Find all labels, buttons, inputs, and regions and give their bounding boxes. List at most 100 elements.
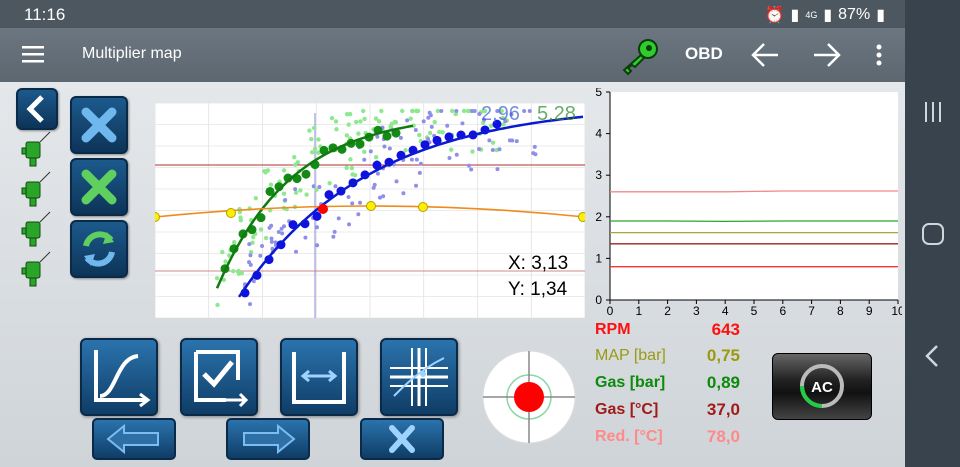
refresh-icon <box>83 231 115 267</box>
scatter-point-light-green <box>230 268 236 274</box>
live-chart: 0 1 2 3 4 5 6 7 8 9 10 0 1 2 3 4 5 <box>592 85 905 318</box>
curve-tool-button[interactable] <box>80 338 158 416</box>
range-tool-button[interactable] <box>280 338 358 416</box>
network-type: 4G <box>805 10 818 20</box>
app-bar: Multiplier map OBD <box>0 28 905 82</box>
crosshair-tool-button[interactable] <box>380 338 458 416</box>
scatter-point-light-blue <box>350 201 355 206</box>
x-tick-label: 7 <box>808 304 815 318</box>
scatter-point-light-green <box>311 125 317 131</box>
next-button[interactable] <box>226 418 310 460</box>
obd-label[interactable]: OBD <box>685 44 723 64</box>
back-button[interactable] <box>16 88 58 130</box>
scatter-point-light-blue <box>358 200 363 205</box>
scatter-point-light-green <box>262 169 267 174</box>
close-icon <box>81 107 117 143</box>
scatter-point-light-blue <box>375 134 380 139</box>
scatter-point-light-blue <box>532 144 537 149</box>
scatter-point-light-green <box>312 146 318 152</box>
scatter-point-light-green <box>344 112 350 117</box>
scatter-point-light-blue <box>477 147 482 152</box>
arrow-right-icon[interactable] <box>812 41 842 69</box>
scatter-point-light-green <box>235 269 241 275</box>
back-nav-icon[interactable] <box>917 340 949 372</box>
recent-apps-icon[interactable] <box>917 96 949 128</box>
scatter-point-light-green <box>356 131 361 136</box>
key-icon[interactable] <box>618 36 662 76</box>
value-b: 5,28 <box>537 103 576 125</box>
prev-button[interactable] <box>92 418 176 460</box>
clear-blue-button[interactable] <box>70 96 128 154</box>
cancel-button[interactable] <box>360 418 444 460</box>
status-bar: 11:16 ⏰ ▮ 4G ▮ 87% ▮ <box>0 0 905 28</box>
y-tick-label: 0 <box>595 293 602 307</box>
scatter-point-light-green <box>470 149 475 154</box>
scatter-point-light-green <box>361 108 366 114</box>
multiplier-map-chart[interactable]: 2,96 5,28 X: 3,13 Y: 1,34 <box>150 102 588 327</box>
scatter-point-light-blue <box>387 146 392 151</box>
refresh-button[interactable] <box>70 220 128 278</box>
reading-value-map: 0,75 <box>706 346 740 365</box>
signal-icon-2: ▮ <box>823 7 833 24</box>
grid-cross-icon <box>390 348 448 406</box>
live-chart-canvas: 0 1 2 3 4 5 6 7 8 9 10 0 1 2 3 4 5 <box>595 85 905 318</box>
y-tick-label: 3 <box>595 168 602 182</box>
scatter-point-light-blue <box>417 170 422 175</box>
scatter-point-light-green <box>334 127 339 132</box>
apply-tool-button[interactable] <box>180 338 258 416</box>
scatter-point-light-blue <box>497 147 502 152</box>
scatter-point-light-green <box>437 129 442 135</box>
scatter-point-light-blue <box>522 109 527 113</box>
scatter-point-light-green <box>354 119 359 125</box>
scatter-point-light-green <box>258 227 264 232</box>
scatter-point-light-green <box>490 140 496 145</box>
scatter-point-light-green <box>392 119 397 125</box>
close-icon-small <box>389 425 415 453</box>
home-icon[interactable] <box>917 218 949 250</box>
y-tick-label: 2 <box>595 210 602 224</box>
menu-icon[interactable] <box>22 45 44 63</box>
more-vert-icon[interactable] <box>874 44 884 66</box>
scatter-point-light-blue <box>331 234 336 239</box>
x-tick-label: 3 <box>693 304 700 318</box>
scatter-point-light-blue <box>398 135 403 140</box>
cursor-x-readout: X: 3,13 <box>508 253 569 274</box>
reading-label-rpm: RPM <box>595 321 631 338</box>
multiplier-node <box>226 208 236 218</box>
scatter-point-light-blue <box>490 147 495 152</box>
scatter-point-light-blue <box>248 302 253 307</box>
scatter-point-light-blue <box>409 157 414 162</box>
plot-area <box>610 92 898 300</box>
scatter-point-light-blue <box>315 243 320 248</box>
x-tick-label: 5 <box>751 304 758 318</box>
arrow-left-icon[interactable] <box>750 41 780 69</box>
scatter-point-light-green <box>293 190 299 195</box>
scatter-point-light-blue <box>527 109 532 113</box>
scatter-point-light-green <box>427 130 433 136</box>
scatter-point-light-blue <box>427 110 432 115</box>
scatter-point-light-blue <box>413 128 418 133</box>
scatter-point-light-blue <box>429 124 434 129</box>
scatter-point-light-green <box>352 172 358 178</box>
scatter-point-light-green <box>316 137 321 142</box>
scatter-point-light-green <box>220 249 225 255</box>
phone-screen: 11:16 ⏰ ▮ 4G ▮ 87% ▮ Multiplier map OBD <box>0 0 905 467</box>
status-logo-button[interactable]: AC <box>772 353 872 420</box>
battery-percent: 87% <box>838 6 871 23</box>
scatter-point-light-green <box>327 181 332 186</box>
scatter-point-light-blue <box>311 184 316 189</box>
scatter-point-light-blue <box>445 123 450 128</box>
scatter-point-light-blue <box>260 243 265 248</box>
scatter-point-light-green <box>309 136 314 142</box>
scatter-point-light-green <box>281 191 287 196</box>
scatter-point-light-green <box>344 133 350 138</box>
scatter-point-light-green <box>461 108 467 114</box>
target-icon[interactable] <box>482 350 576 444</box>
clear-green-button[interactable] <box>70 158 128 216</box>
scatter-point-light-green <box>253 195 259 201</box>
scatter-point-light-blue <box>421 119 426 124</box>
scatter-point-light-green <box>373 154 379 160</box>
scatter-point-light-blue <box>317 185 322 190</box>
multiplier-node <box>366 201 376 211</box>
multiplier-node <box>418 202 428 212</box>
